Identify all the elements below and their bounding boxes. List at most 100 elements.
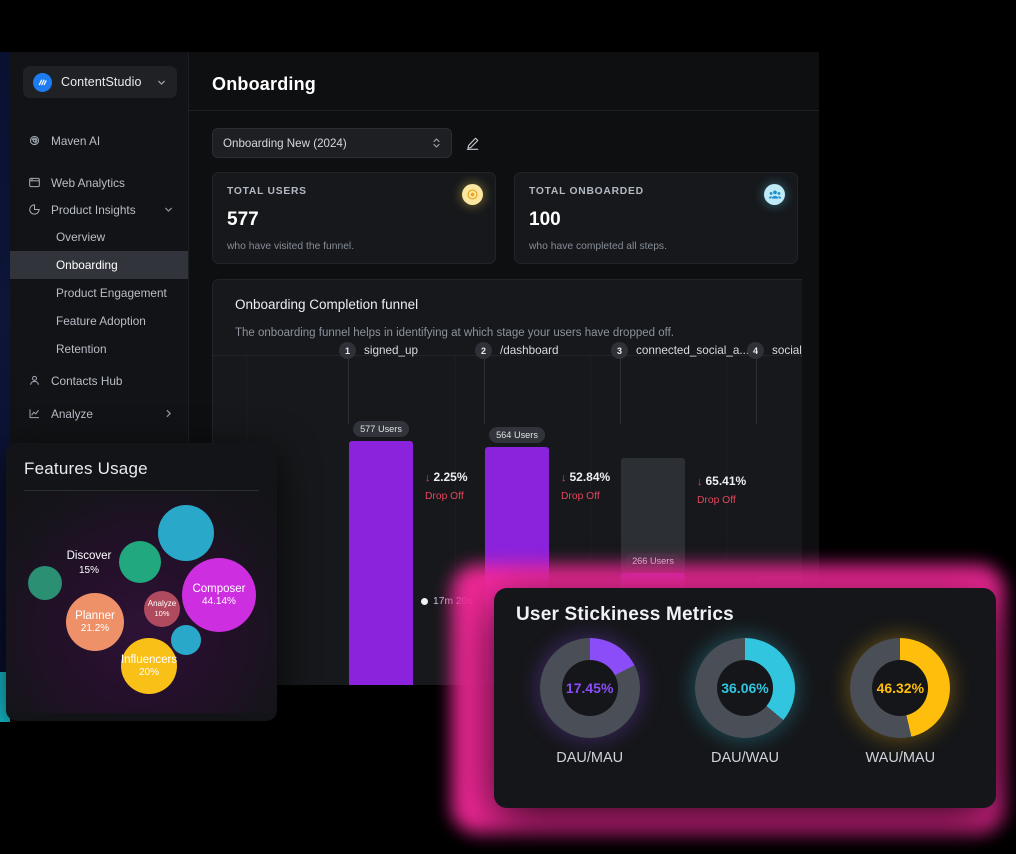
- donut-value: 46.32%: [876, 680, 925, 696]
- workspace-switcher[interactable]: ContentStudio: [23, 66, 177, 98]
- funnel-step-2-stem: 2 /dashboard: [475, 342, 558, 424]
- sidebar-item-analyze[interactable]: Analyze: [10, 400, 188, 427]
- arrow-down-icon: ↓: [561, 472, 567, 484]
- stickiness-metric-wau-mau: 46.32% WAU/MAU: [850, 638, 951, 766]
- features-usage-bubble-chart: Discover 15% Composer 44.14% Planner 21.…: [6, 493, 277, 713]
- sidebar-item-web-analytics[interactable]: Web Analytics: [10, 169, 188, 196]
- dropoff-pct: 2.25%: [433, 470, 468, 484]
- page-title: Onboarding: [212, 74, 316, 94]
- sidebar-item-maven-ai[interactable]: Maven AI: [10, 127, 188, 154]
- bubble-unlabeled-cyan-large[interactable]: [158, 505, 214, 561]
- browser-window-icon: [27, 176, 41, 190]
- bubble-value: 44.14%: [202, 595, 236, 607]
- step-label: social_post_: [772, 344, 802, 357]
- kpi-value: 577: [227, 209, 259, 230]
- stickiness-title: User Stickiness Metrics: [516, 604, 734, 625]
- funnel-bar-2-value: 564 Users: [489, 427, 545, 443]
- stickiness-metric-dau-mau: 17.45% DAU/MAU: [539, 638, 640, 766]
- up-down-stepper-icon: [432, 136, 441, 150]
- target-eye-icon: [462, 184, 483, 205]
- donut-chart-dau-wau[interactable]: 36.06%: [694, 638, 795, 738]
- dropoff-caption: Drop Off: [561, 491, 600, 502]
- sidebar-item-contacts-hub[interactable]: Contacts Hub: [10, 367, 188, 394]
- funnel-step-4-header: 4 social_post_: [747, 342, 802, 359]
- funnel-dropoff-2: ↓ 52.84% Drop Off: [561, 468, 610, 502]
- funnel-panel-title: Onboarding Completion funnel: [235, 297, 419, 312]
- step-number: 3: [611, 342, 628, 359]
- sidebar-item-product-insights[interactable]: Product Insights: [10, 196, 188, 223]
- bubble-composer[interactable]: Composer 44.14%: [182, 558, 256, 632]
- bubble-label: Analyze: [147, 599, 177, 609]
- edit-funnel-button[interactable]: [465, 136, 480, 151]
- donut-chart-wau-mau[interactable]: 46.32%: [850, 638, 951, 738]
- donut-label: WAU/MAU: [865, 750, 936, 766]
- sidebar-item-label: Maven AI: [51, 133, 101, 148]
- arrow-down-icon: ↓: [697, 476, 703, 488]
- donut-label: DAU/MAU: [556, 750, 624, 766]
- chart-area-icon: [27, 407, 41, 421]
- bubble-value: 15%: [78, 564, 99, 576]
- sidebar-item-onboarding[interactable]: Onboarding: [10, 251, 188, 279]
- bubble-label: Influencers: [120, 653, 178, 666]
- sidebar-item-feature-adoption[interactable]: Feature Adoption: [10, 307, 188, 335]
- kpi-value: 100: [529, 209, 561, 230]
- features-usage-card: Features Usage Discover 15% Composer 44.…: [6, 443, 277, 721]
- dropoff-pct: 52.84%: [569, 470, 611, 484]
- sidebar-item-label: Analyze: [51, 406, 93, 421]
- donut-chart-dau-mau[interactable]: 17.45%: [539, 638, 640, 738]
- donut-value: 36.06%: [721, 680, 769, 696]
- bubble-influencers[interactable]: Influencers 20%: [121, 638, 177, 694]
- dropoff-caption: Drop Off: [697, 495, 736, 506]
- kpi-row: TOTAL USERS 577 who have visited the fun…: [189, 158, 819, 264]
- dropoff-caption: Drop Off: [425, 491, 464, 502]
- user-icon: [27, 374, 41, 388]
- kpi-subtext: who have visited the funnel.: [227, 241, 355, 252]
- funnel-step-1-header: 1 signed_up: [339, 342, 418, 359]
- sidebar-item-label: Contacts Hub: [51, 373, 123, 388]
- step-label: signed_up: [364, 344, 418, 357]
- funnel-bar-1[interactable]: [349, 441, 413, 685]
- sidebar-item-retention[interactable]: Retention: [10, 335, 188, 363]
- sidebar-item-label: Product Insights: [51, 202, 136, 217]
- sidebar-item-label: Product Engagement: [56, 286, 167, 300]
- sidebar-item-overview[interactable]: Overview: [10, 223, 188, 251]
- funnel-select-value: Onboarding New (2024): [223, 136, 347, 150]
- chevron-right-icon: [163, 408, 174, 419]
- chevron-down-icon: [163, 204, 174, 215]
- stickiness-metric-dau-wau: 36.06% DAU/WAU: [694, 638, 795, 766]
- step-number: 2: [475, 342, 492, 359]
- donut-hole: 46.32%: [872, 660, 929, 716]
- duration-dot-icon: [421, 598, 428, 605]
- workspace-name: ContentStudio: [61, 75, 142, 89]
- sidebar-item-product-engagement[interactable]: Product Engagement: [10, 279, 188, 307]
- screenshot-root: ContentStudio Maven AI Web Analytics Pro…: [0, 0, 1016, 854]
- funnel-step-2-header: 2 /dashboard: [475, 342, 558, 359]
- funnel-selector-row: Onboarding New (2024): [189, 111, 819, 158]
- arrow-down-icon: ↓: [425, 472, 431, 484]
- sidebar-item-label: Overview: [56, 230, 106, 244]
- funnel-dropoff-3: ↓ 65.41% Drop Off: [697, 472, 746, 506]
- dropoff-pct: 65.41%: [705, 474, 747, 488]
- fingerprint-icon: [27, 134, 41, 148]
- step-label: /dashboard: [500, 344, 559, 357]
- donut-value: 17.45%: [565, 680, 614, 696]
- funnel-dropoff-1: ↓ 2.25% Drop Off: [425, 468, 468, 502]
- sidebar-item-label: Onboarding: [56, 258, 118, 272]
- bubble-planner[interactable]: Planner 21.2%: [66, 593, 124, 651]
- kpi-card-total-onboarded: TOTAL ONBOARDED 100 who have completed a…: [514, 172, 798, 264]
- funnel-select[interactable]: Onboarding New (2024): [212, 128, 452, 158]
- sidebar-item-label: Retention: [56, 342, 107, 356]
- step-label: connected_social_a...: [636, 344, 750, 357]
- bubble-label: Discover: [66, 550, 112, 562]
- funnel-bar-1-value: 577 Users: [353, 421, 409, 437]
- sidebar-nav: Maven AI Web Analytics Product Insights: [10, 112, 188, 427]
- funnel-step-4-stem: 4 social_post_: [747, 342, 802, 424]
- kpi-card-total-users: TOTAL USERS 577 who have visited the fun…: [212, 172, 496, 264]
- funnel-step-1-stem: 1 signed_up: [339, 342, 418, 424]
- users-group-icon: [764, 184, 785, 205]
- bubble-unlabeled-cyan-small[interactable]: [171, 625, 201, 655]
- features-usage-divider: [24, 490, 259, 491]
- bubble-analyze[interactable]: Analyze 10%: [144, 591, 180, 627]
- funnel-step-3-header: 3 connected_social_a...: [611, 342, 749, 359]
